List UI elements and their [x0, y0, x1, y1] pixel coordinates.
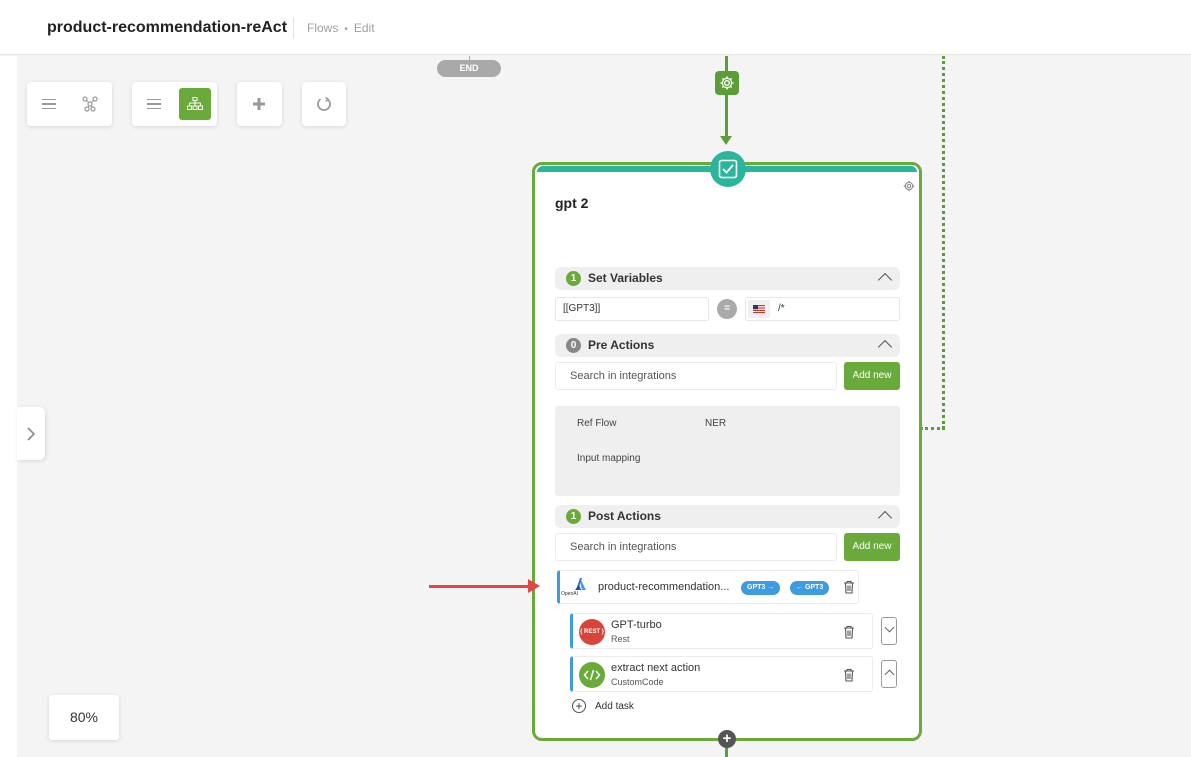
zoom-level[interactable]: 80% [49, 695, 119, 740]
ref-flow-value[interactable]: NER [705, 418, 726, 429]
trash-icon[interactable] [843, 668, 855, 682]
plus-icon [253, 98, 265, 110]
app-header: product-recommendation-reAct Flows • Edit [0, 0, 1191, 55]
network-view-button[interactable] [74, 88, 106, 120]
sub-action-name: GPT-turbo [611, 619, 662, 631]
post-actions-title: Post Actions [588, 509, 661, 523]
node-settings-button[interactable] [903, 179, 915, 197]
sub-action-type: CustomCode [611, 677, 664, 687]
output-variable-pill[interactable]: GPT3 → [741, 581, 781, 595]
view-toolbar-2 [132, 82, 217, 126]
sub-action-type: Rest [611, 634, 630, 644]
left-edge-strip [0, 56, 17, 757]
variable-value-text: /* [778, 303, 785, 314]
openai-logo-text: OpenAI [561, 591, 578, 597]
input-mapping-label: Input mapping [577, 453, 641, 464]
breadcrumb-separator: • [344, 24, 348, 35]
input-variable-pill[interactable]: ← GPT3 [790, 581, 830, 595]
list-view-button[interactable] [33, 88, 65, 120]
add-node-button[interactable] [243, 88, 275, 120]
chevron-up-icon[interactable] [877, 339, 893, 355]
flow-node-card: gpt 2 1 Set Variables [[GPT3]] = /* 0 Pr… [532, 151, 922, 741]
pre-actions-title: Pre Actions [588, 338, 655, 352]
azure-openai-icon [575, 578, 586, 590]
post-action-name: product-recommendation... [598, 581, 730, 593]
set-variables-count: 1 [566, 271, 581, 286]
hamburger-icon [42, 99, 56, 109]
annotation-arrow-line [429, 585, 531, 588]
hierarchy-icon [187, 97, 203, 110]
ref-flow-label: Ref Flow [577, 418, 617, 429]
post-action-primary[interactable]: OpenAI product-recommendation... GPT3 → … [557, 570, 859, 604]
node-type-badge [710, 151, 746, 187]
sub-action-name: extract next action [611, 662, 701, 674]
refresh-icon [317, 96, 331, 111]
sub-action-gpt-turbo[interactable]: { REST } GPT-turbo Rest [570, 613, 873, 649]
pre-actions-add-new-button[interactable]: Add new [844, 362, 900, 390]
title-divider [293, 17, 294, 39]
language-flag-button[interactable] [748, 300, 770, 318]
post-actions-count: 1 [566, 509, 581, 524]
set-variables-title: Set Variables [588, 271, 663, 285]
plus-circle-icon: + [572, 699, 586, 713]
end-node[interactable]: END [437, 60, 501, 77]
loop-connector-vertical [942, 56, 945, 429]
code-icon [579, 662, 605, 688]
sidebar-expand-button[interactable] [17, 407, 45, 460]
hamburger-icon [147, 99, 161, 109]
page-title: product-recommendation-reAct [47, 19, 288, 36]
move-down-button[interactable] [881, 617, 897, 645]
connector-arrowhead [720, 136, 732, 145]
post-actions-header[interactable]: 1 Post Actions [555, 505, 900, 528]
loop-connector-horizontal [920, 427, 945, 430]
incoming-connector [725, 56, 728, 140]
breadcrumb-flows-link[interactable]: Flows [307, 21, 338, 35]
pre-actions-search-input[interactable]: Search in integrations [555, 362, 837, 390]
gear-icon [720, 76, 734, 90]
trash-icon[interactable] [843, 580, 855, 594]
rest-icon: { REST } [579, 619, 605, 645]
move-up-button[interactable] [881, 660, 897, 688]
chevron-up-icon[interactable] [877, 272, 893, 288]
variable-name-input[interactable]: [[GPT3]] [555, 297, 709, 321]
checkbox-check-icon [718, 159, 738, 179]
code-brackets-icon [583, 669, 601, 681]
refresh-button[interactable] [308, 88, 340, 120]
equals-operator: = [717, 299, 737, 319]
azure-openai-logo: OpenAI [561, 576, 593, 600]
set-variables-header[interactable]: 1 Set Variables [555, 267, 900, 290]
trash-icon[interactable] [843, 625, 855, 639]
add-task-label: Add task [595, 701, 634, 712]
us-flag-icon [753, 305, 765, 313]
add-toolbar [237, 82, 282, 126]
node-title[interactable]: gpt 2 [555, 195, 588, 211]
chevron-right-icon [27, 426, 36, 441]
tree-layout-button[interactable] [179, 88, 211, 120]
annotation-arrowhead [528, 579, 540, 593]
view-toolbar-1 [27, 82, 112, 126]
chevron-up-icon[interactable] [877, 510, 893, 526]
variable-value-input[interactable]: /* [745, 297, 900, 321]
breadcrumb-edit: Edit [353, 21, 375, 35]
gear-icon [903, 180, 915, 192]
ref-flow-panel: Ref Flow NER Input mapping [555, 406, 900, 496]
post-actions-search-input[interactable]: Search in integrations [555, 533, 837, 561]
connector-settings-button[interactable] [715, 71, 739, 95]
add-next-node-button[interactable]: + [718, 730, 736, 748]
pre-actions-count: 0 [566, 338, 581, 353]
breadcrumb: Flows • Edit [307, 21, 375, 35]
network-icon [82, 96, 98, 112]
refresh-toolbar [302, 82, 346, 126]
pre-actions-header[interactable]: 0 Pre Actions [555, 334, 900, 357]
post-actions-add-new-button[interactable]: Add new [844, 533, 900, 561]
sub-action-extract-next-action[interactable]: extract next action CustomCode [570, 656, 873, 692]
list-layout-button[interactable] [138, 88, 170, 120]
